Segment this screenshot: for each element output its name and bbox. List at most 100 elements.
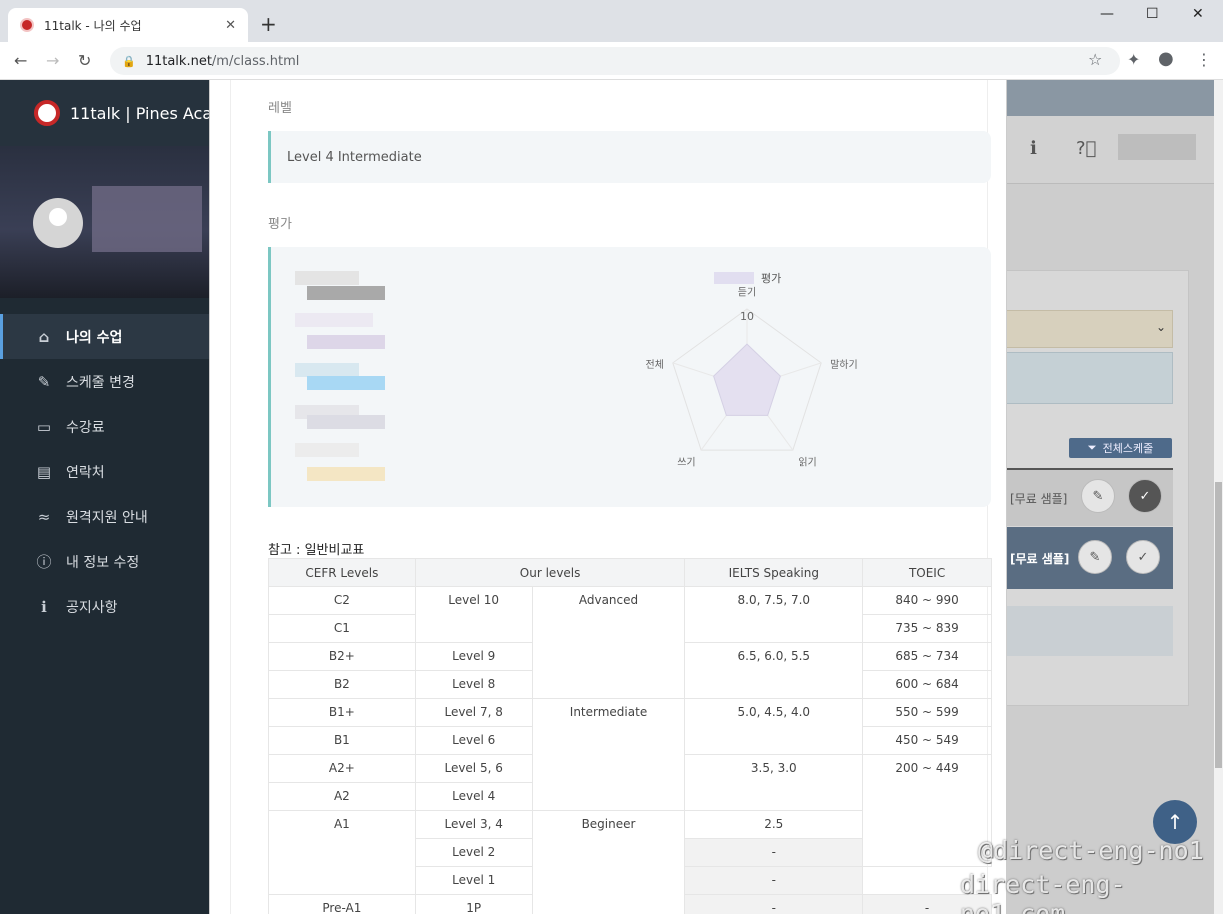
cefr-cell: B1+ [268, 698, 416, 727]
notice-header-icon[interactable]: ℹ [1030, 138, 1037, 159]
cefr-cell: C2 [268, 586, 416, 615]
our-level-cell: Level 8 [414, 670, 533, 699]
sidebar-item-label: 연락처 [66, 464, 105, 481]
our-level-cell: Level 6 [414, 726, 533, 755]
sidebar-item-profile[interactable]: ⓘ 내 정보 수정 [0, 539, 210, 584]
user-check-icon[interactable]: ✓ [1126, 540, 1160, 574]
level-value: Level 4 Intermediate [287, 149, 422, 165]
filter-icon: ⏷ [1087, 441, 1097, 454]
url-field[interactable]: 🔒 11talk.net/m/class.html [110, 47, 1120, 75]
cefr-cell: A2+ [268, 754, 416, 783]
card-icon: ▭ [36, 417, 52, 436]
address-bar-row: ← → ↻ 🔒 11talk.net/m/class.html ☆ ✦ ● ⋮ [0, 42, 1223, 80]
edit-icon[interactable]: ✎ [1078, 540, 1112, 574]
level-box: Level 4 Intermediate [268, 131, 991, 183]
sidebar-item-remote[interactable]: ≈ 원격지원 안내 [0, 494, 210, 539]
sidebar-item-label: 스케줄 변경 [66, 374, 135, 391]
table-header: IELTS Speaking [684, 558, 864, 587]
scrollbar-thumb[interactable] [1215, 482, 1222, 768]
cefr-cell: C1 [268, 614, 416, 643]
bookmark-star-icon[interactable]: ☆ [1088, 50, 1102, 69]
radar-tick-label: 10 [740, 310, 754, 323]
sidebar-item-label: 공지사항 [66, 599, 118, 616]
brand-logo-icon [34, 100, 60, 126]
sidebar-menu: ⌂ 나의 수업 ✎ 스케줄 변경 ▭ 수강료 ▤ 연락처 ≈ 원격지원 안내 ⓘ 내 정보 … [0, 298, 210, 629]
table-header: CEFR Levels [268, 558, 416, 587]
class-icon: ⌂ [38, 327, 50, 346]
reload-icon[interactable]: ↻ [78, 51, 91, 70]
table-row: C2 Level 10 Advanced 8.0, 7.5, 7.0 840 ~… [268, 586, 992, 699]
our-level-cell: Level 3, 4 [414, 810, 533, 839]
background-topbar [1006, 80, 1214, 116]
back-icon[interactable]: ← [14, 51, 27, 70]
site-favicon-icon [20, 18, 34, 32]
background-select[interactable]: ⌄ [1006, 310, 1173, 348]
avatar [33, 198, 83, 248]
forward-icon[interactable]: → [46, 51, 59, 70]
sidebar-item-schedule[interactable]: ✎ 스케줄 변경 [0, 359, 210, 404]
toeic-cell: 685 ~ 734 [862, 642, 992, 671]
level-comparison-table: CEFR Levels Our levels IELTS Speaking TO… [268, 558, 992, 914]
window-close-icon[interactable]: ✕ [1192, 6, 1204, 22]
ielts-cell: 6.5, 6.0, 5.5 [684, 642, 864, 699]
level-heading: 레벨 [268, 101, 292, 116]
radar-axis-label: 쓰기 [677, 457, 695, 469]
cefr-cell: B2 [268, 670, 416, 699]
band-cell: Begineer [531, 810, 686, 914]
ielts-cell: 2.5 [684, 810, 864, 839]
sidebar-item-contact[interactable]: ▤ 연락처 [0, 449, 210, 494]
arrow-up-icon: ↑ [1166, 810, 1184, 834]
chevron-down-icon: ⌄ [1155, 320, 1166, 334]
brand-name: 11talk | Pines Acade [70, 103, 210, 123]
toeic-cell: 600 ~ 684 [862, 670, 992, 699]
url-host: 11talk.net [145, 53, 212, 69]
user-check-icon[interactable]: ✓ [1128, 479, 1162, 513]
profile-banner [0, 146, 210, 298]
browser-menu-icon[interactable]: ⋮ [1196, 50, 1212, 69]
sidebar-item-tuition[interactable]: ▭ 수강료 [0, 404, 210, 449]
ielts-cell: - [684, 894, 864, 914]
our-level-cell: Level 7, 8 [414, 698, 533, 727]
watermark-handle: @direct-eng-no1 [978, 836, 1204, 865]
minimize-icon[interactable]: — [1100, 6, 1114, 22]
browser-tab[interactable]: 11talk - 나의 수업 ✕ [8, 8, 248, 42]
our-level-cell: Level 1 [414, 866, 533, 895]
evaluation-heading: 평가 [268, 217, 292, 232]
radar-axis-label: 듣기 [738, 287, 756, 299]
ielts-cell: - [684, 866, 864, 895]
maximize-icon[interactable]: ☐ [1146, 6, 1159, 22]
tab-close-icon[interactable]: ✕ [225, 18, 236, 33]
ielts-cell: - [684, 838, 864, 867]
cefr-cell: B2+ [268, 642, 416, 671]
row-label: [무료 샘플] [1010, 491, 1068, 506]
table-header-row: CEFR Levels Our levels IELTS Speaking TO… [268, 558, 992, 587]
help-icon[interactable]: ?⃝ [1076, 138, 1096, 159]
level-modal: 레벨 Level 4 Intermediate 평가 듣기말하기읽기 쓰기 전체 10… [209, 80, 1007, 914]
chart-legend-label: 평가 [761, 272, 781, 285]
all-schedule-button[interactable]: ⏷ 전체스케줄 [1069, 438, 1172, 458]
reference-label: 참고 : 일반비교표 [268, 543, 365, 558]
info-icon: ⓘ [36, 553, 52, 571]
sidebar-item-my-class[interactable]: ⌂ 나의 수업 [0, 314, 210, 359]
extensions-icon[interactable]: ✦ [1127, 50, 1140, 69]
sidebar-item-notice[interactable]: ℹ 공지사항 [0, 584, 210, 629]
cefr-cell: Pre-A1 [268, 894, 416, 914]
toeic-cell: 450 ~ 549 [862, 726, 992, 755]
url-path: /m/class.html [211, 53, 300, 69]
our-level-cell: Level 5, 6 [414, 754, 533, 783]
radar-axis-label: 말하기 [830, 358, 858, 371]
background-header: ℹ ?⃝ [1006, 116, 1214, 184]
sidebar-item-label: 나의 수업 [66, 329, 123, 346]
row-label: [무료 샘플] [1010, 551, 1070, 566]
radar-axis-label: 전체 [646, 359, 664, 371]
tab-title: 11talk - 나의 수업 [44, 18, 142, 33]
band-cell: Intermediate [531, 698, 686, 811]
band-cell: Advanced [531, 586, 686, 699]
profile-icon[interactable]: ● [1158, 48, 1174, 69]
our-level-cell: 1P [414, 894, 533, 914]
table-header: Our levels [414, 558, 686, 587]
edit-icon[interactable]: ✎ [1081, 479, 1115, 513]
radar-axis-label: 읽기 [798, 456, 816, 469]
new-tab-icon[interactable]: + [260, 12, 277, 36]
lock-icon: 🔒 [122, 54, 136, 68]
